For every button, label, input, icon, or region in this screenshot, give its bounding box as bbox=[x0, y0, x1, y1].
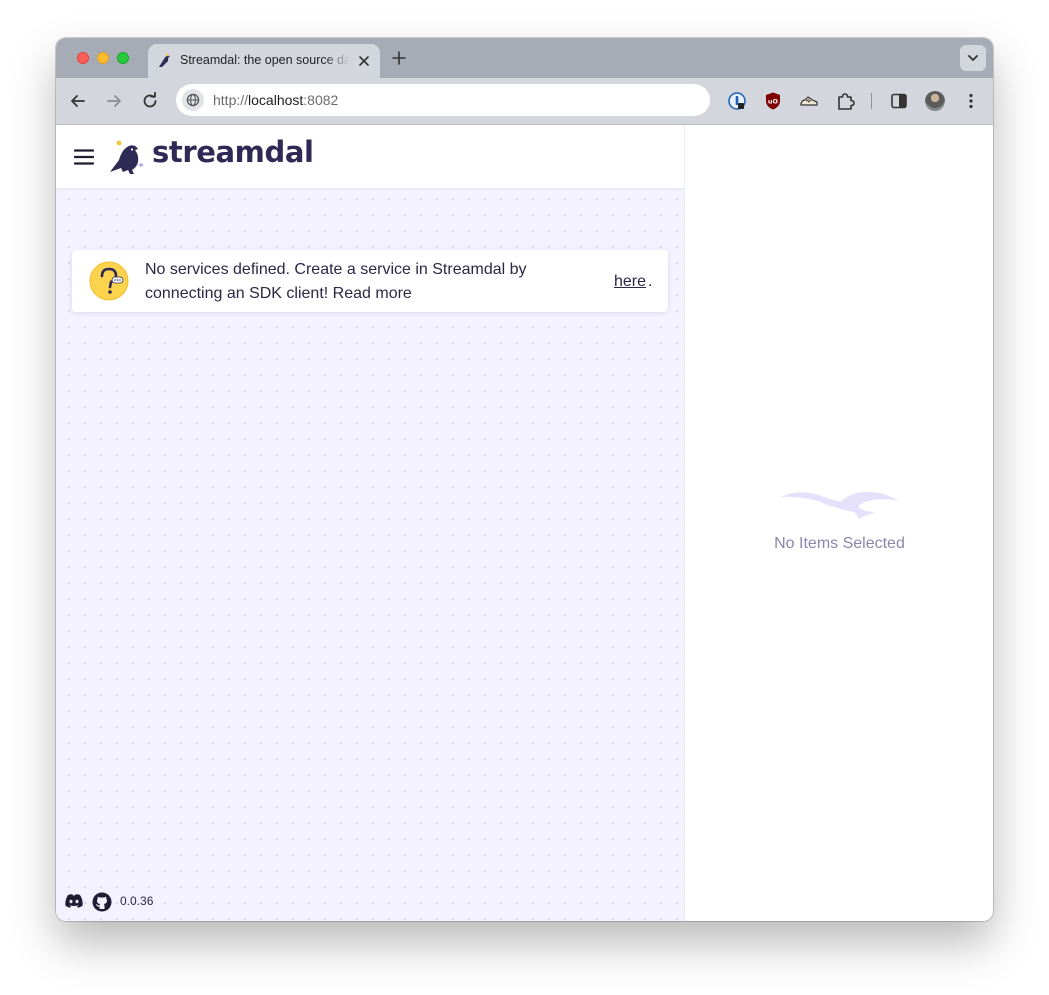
tab-close-icon[interactable] bbox=[356, 53, 372, 69]
password-manager-icon[interactable] bbox=[727, 91, 747, 111]
notice-trailing-period: . bbox=[648, 273, 653, 290]
notice-message: No services defined. Create a service in… bbox=[145, 261, 527, 302]
help-bird-icon bbox=[89, 261, 129, 301]
no-services-notice: No services defined. Create a service in… bbox=[72, 250, 668, 312]
back-arrow-icon[interactable] bbox=[68, 91, 88, 111]
browser-toolbar: http://localhost:8082 uO bbox=[56, 78, 993, 125]
flying-bird-icon bbox=[781, 491, 899, 519]
app-version: 0.0.36 bbox=[120, 894, 154, 908]
pipeline-canvas[interactable]: streamdal No services defined. Create a … bbox=[56, 125, 684, 921]
url-host: localhost bbox=[248, 92, 304, 108]
globe-icon bbox=[186, 93, 200, 107]
app-page: streamdal No services defined. Create a … bbox=[56, 125, 993, 921]
new-tab-plus-icon[interactable] bbox=[390, 49, 408, 67]
github-icon[interactable] bbox=[92, 892, 112, 912]
streamdal-logo-icon[interactable] bbox=[108, 139, 148, 175]
toolbar-separator bbox=[871, 93, 872, 109]
tab-title: Streamdal: the open source data observab… bbox=[180, 53, 350, 67]
read-more-link[interactable]: here bbox=[614, 270, 646, 294]
profile-avatar[interactable] bbox=[925, 91, 945, 111]
svg-text:uO: uO bbox=[768, 98, 779, 106]
puzzle-icon[interactable] bbox=[835, 91, 855, 111]
address-bar[interactable]: http://localhost:8082 bbox=[176, 84, 710, 116]
browser-tab-active[interactable]: Streamdal: the open source data observab… bbox=[148, 44, 380, 78]
logo-wordmark: streamdal bbox=[152, 135, 314, 169]
app-header: streamdal bbox=[56, 125, 684, 188]
chevron-down-icon bbox=[968, 55, 978, 61]
hamburger-icon[interactable] bbox=[74, 148, 94, 166]
streamdal-favicon-icon bbox=[159, 53, 170, 67]
sneaker-extension-icon[interactable] bbox=[799, 91, 819, 111]
reload-icon[interactable] bbox=[140, 91, 160, 111]
empty-state-text: No Items Selected bbox=[774, 535, 905, 552]
browser-window: Streamdal: the open source data observab… bbox=[56, 38, 993, 921]
details-panel: No Items Selected bbox=[684, 125, 993, 921]
side-panel-icon[interactable] bbox=[889, 91, 909, 111]
site-info-button[interactable] bbox=[182, 89, 204, 111]
zoom-window-button[interactable] bbox=[117, 52, 129, 64]
forward-arrow-icon[interactable] bbox=[104, 91, 124, 111]
tab-search-button[interactable] bbox=[960, 45, 986, 71]
url-text[interactable]: http://localhost:8082 bbox=[213, 92, 338, 108]
ublock-icon[interactable]: uO bbox=[763, 91, 783, 111]
tab-strip: Streamdal: the open source data observab… bbox=[56, 38, 993, 78]
kebab-menu-icon[interactable] bbox=[961, 91, 981, 111]
discord-icon[interactable] bbox=[64, 893, 84, 909]
close-window-button[interactable] bbox=[77, 52, 89, 64]
url-scheme: http:// bbox=[213, 92, 249, 108]
minimize-window-button[interactable] bbox=[97, 52, 109, 64]
url-port: :8082 bbox=[303, 92, 339, 108]
